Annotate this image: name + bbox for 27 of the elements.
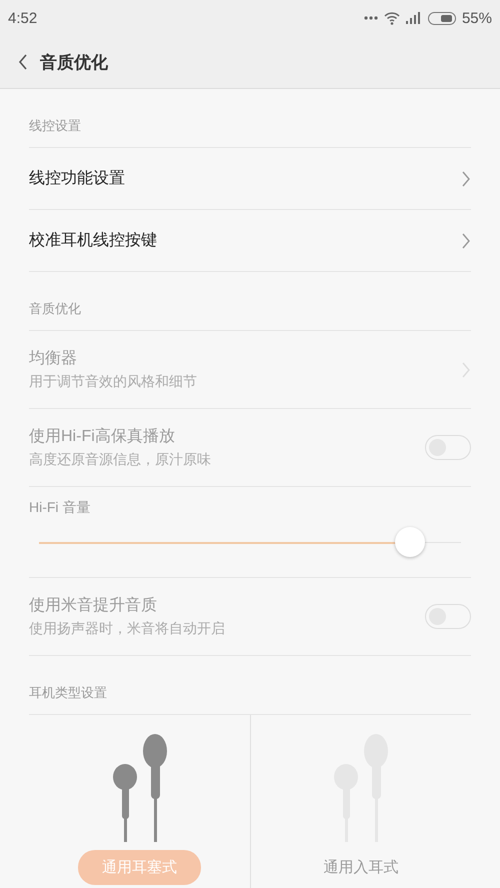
section-header: 耳机类型设置 bbox=[29, 656, 471, 715]
chevron-icon bbox=[461, 170, 471, 188]
row-title: 校准耳机线控按键 bbox=[29, 230, 157, 251]
signal-icon bbox=[406, 12, 422, 24]
section-header: 线控设置 bbox=[29, 89, 471, 148]
settings-row[interactable]: 线控功能设置 bbox=[29, 148, 471, 210]
chevron-icon bbox=[461, 232, 471, 250]
battery-percent: 55% bbox=[462, 10, 492, 26]
section-header: 音质优化 bbox=[29, 272, 471, 331]
row-subtitle: 使用扬声器时，米音将自动开启 bbox=[29, 620, 225, 638]
status-time: 4:52 bbox=[8, 10, 38, 26]
battery-icon bbox=[428, 12, 456, 24]
wifi-icon bbox=[384, 12, 400, 24]
page-title: 音质优化 bbox=[40, 52, 108, 74]
row-title: 使用米音提升音质 bbox=[29, 596, 158, 616]
row-subtitle: 高度还原音源信息，原汁原味 bbox=[29, 451, 211, 469]
row-title: 均衡器 bbox=[29, 349, 78, 369]
row-title: 使用Hi-Fi高保真播放 bbox=[29, 426, 176, 447]
earphone-type-button[interactable]: 通用入耳式 bbox=[300, 850, 422, 885]
more-icon bbox=[364, 16, 378, 20]
settings-row[interactable]: 校准耳机线控按键 bbox=[29, 210, 471, 272]
earphone-type-button[interactable]: 通用耳塞式 bbox=[78, 850, 201, 885]
back-icon[interactable] bbox=[18, 53, 28, 71]
chevron-icon bbox=[461, 360, 471, 378]
slider-label: Hi-Fi 音量 bbox=[29, 499, 92, 517]
row-title: 线控功能设置 bbox=[29, 168, 125, 189]
row-subtitle: 用于调节音效的风格和细节 bbox=[29, 373, 197, 391]
